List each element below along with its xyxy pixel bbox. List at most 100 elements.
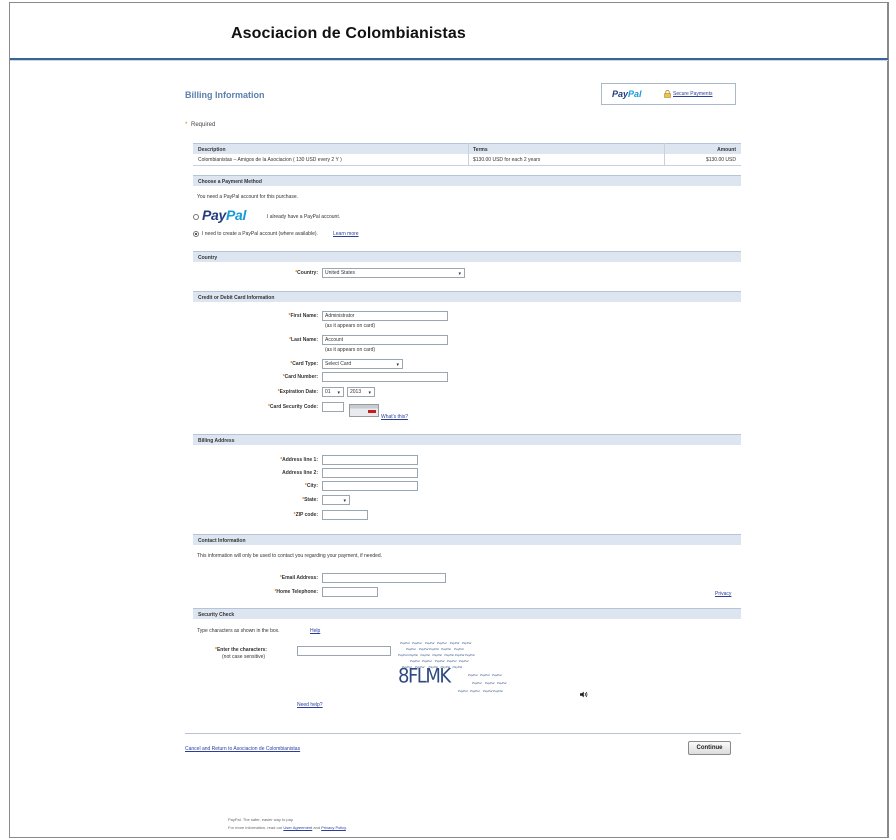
privacy-link[interactable]: Privacy [715, 591, 731, 597]
country-select[interactable]: United States ▾ [322, 268, 465, 278]
exp-month-select[interactable]: 01 ▾ [322, 387, 344, 397]
paypal-logo-pal: Pal [628, 89, 642, 99]
cancel-return-link[interactable]: Cancel and Return to Asociacion de Colom… [185, 746, 300, 752]
captcha-label-text: Enter the characters: [216, 647, 267, 653]
paypal-secure-badge: PayPal Secure Payments [601, 83, 736, 105]
first-name-label: *First Name: [288, 313, 318, 319]
captcha-noise: PayPal PayPal PayPal PayPal PayPal [410, 659, 469, 663]
address-line2-label: Address line 2: [282, 470, 318, 476]
phone-label-text: Home Telephone: [276, 589, 318, 595]
radio-create-account[interactable] [193, 231, 199, 237]
address-line2-field[interactable] [322, 468, 418, 478]
address-line1-label: *Address line 1: [280, 457, 318, 463]
contact-section: Contact Information [193, 534, 741, 545]
payment-intro: You need a PayPal account for this purch… [197, 194, 298, 200]
paypal-large-pal: Pal [226, 207, 247, 223]
need-help-link[interactable]: Need help? [297, 702, 323, 708]
email-label-text: Email Address: [281, 575, 318, 581]
radio-has-account[interactable] [193, 214, 199, 220]
zip-label-text: ZIP code: [295, 512, 318, 518]
country-label: *Country: [295, 270, 318, 276]
security-help-link[interactable]: Help [310, 628, 320, 634]
continue-button[interactable]: Continue [688, 741, 731, 755]
lock-icon [664, 90, 671, 98]
paypal-logo-pay: Pay [612, 89, 629, 99]
column-divider [664, 143, 665, 166]
card-security-icon [349, 404, 379, 417]
chevron-down-icon: ▾ [396, 362, 399, 368]
table-row: Colombianistas – Amigos de la Asociacion… [193, 154, 741, 166]
country-section: Country [193, 251, 741, 262]
last-name-note: (as it appears on card) [325, 347, 376, 353]
required-note: Required [191, 122, 216, 128]
chevron-down-icon: ▾ [343, 498, 346, 504]
state-select[interactable]: ▾ [322, 495, 350, 505]
city-field[interactable] [322, 481, 418, 491]
zip-label: *ZIP code: [293, 512, 318, 518]
address-line1-field[interactable] [322, 455, 418, 465]
card-number-field[interactable] [322, 372, 448, 382]
first-name-label-text: First Name: [290, 313, 318, 319]
chevron-down-icon: ▾ [458, 271, 461, 277]
paypal-logo-large: PayPal [202, 207, 246, 223]
first-name-field[interactable]: Administrator [322, 311, 448, 321]
exp-year-value: 2013 [350, 389, 362, 395]
email-label: *Email Address: [279, 575, 318, 581]
first-name-note: (as it appears on card) [325, 323, 376, 329]
country-label-text: Country: [297, 270, 318, 276]
secure-payments-link[interactable]: Secure Payments [673, 91, 712, 97]
policy-note-and: and [313, 825, 321, 830]
speaker-icon[interactable] [580, 691, 588, 698]
phone-field[interactable] [322, 587, 378, 597]
col-description: Description [198, 147, 226, 153]
card-type-select[interactable]: Select Card ▾ [322, 359, 403, 369]
captcha-noise: PayPal PayPal PayPal [472, 681, 507, 685]
security-code-field[interactable] [322, 402, 344, 412]
last-name-field[interactable]: Account [322, 335, 448, 345]
captcha-noise: PayPal PayPal PayPal PayPal PayPal PayPa… [398, 653, 475, 657]
card-type-label: *Card Type: [290, 361, 318, 367]
user-agreement-link[interactable]: User Agreement [283, 825, 312, 830]
exp-year-select[interactable]: 2013 ▾ [347, 387, 375, 397]
city-label-text: City: [306, 483, 318, 489]
country-value: United States [325, 270, 356, 276]
captcha-noise: PayPal PayPal PayPal PayPal [458, 689, 503, 693]
payment-method-section: Choose a Payment Method [193, 175, 741, 186]
required-star: * [185, 122, 188, 128]
last-name-label-text: Last Name: [291, 337, 318, 343]
last-name-label: *Last Name: [289, 337, 318, 343]
paypal-tagline: PayPal. The safer, easier way to pay. [228, 817, 294, 822]
frame-edge [887, 3, 888, 837]
row-amount: $130.00 USD [705, 157, 736, 163]
billing-address-section: Billing Address [193, 434, 741, 445]
policy-note-end: . [345, 825, 347, 830]
zip-field[interactable] [322, 510, 368, 520]
city-label: *City: [304, 483, 318, 489]
privacy-policy-link[interactable]: Privacy Policy [321, 825, 346, 830]
learn-more-link[interactable]: Learn more [333, 231, 359, 237]
card-section: Credit or Debit Card Information [193, 291, 741, 302]
expiration-label-text: Expiration Date: [279, 389, 318, 395]
site-title: Asociacion de Colombianistas [231, 25, 466, 42]
billing-title: Billing Information [185, 90, 265, 100]
row-description: Colombianistas – Amigos de la Asociacion… [198, 157, 342, 163]
captcha-noise: PayPal PayPal PayPal [468, 673, 502, 677]
browser-frame: Asociacion de Colombianistas Billing Inf… [9, 2, 889, 838]
card-type-value: Select Card [325, 361, 352, 367]
paypal-large-pay: Pay [202, 207, 227, 223]
captcha-noise: PayPal PayPal PayPal PayPal PayPal [406, 647, 464, 651]
security-code-label: *Card Security Code: [267, 404, 318, 410]
card-number-label: *Card Number: [282, 374, 318, 380]
chevron-down-icon: ▾ [368, 390, 371, 396]
security-code-label-text: Card Security Code: [269, 404, 318, 410]
captcha-field[interactable] [297, 646, 391, 656]
header-divider-shadow [10, 60, 888, 61]
row-terms: $130.00 USD for each 2 years [473, 157, 541, 163]
contact-intro: This information will only be used to co… [197, 553, 383, 559]
email-field[interactable] [322, 573, 446, 583]
option-create-account: I need to create a PayPal account (where… [202, 231, 318, 237]
option-has-account: I already have a PayPal account. [267, 214, 341, 220]
security-intro: Type characters as shown in the box. [197, 628, 280, 634]
expiration-label: *Expiration Date: [277, 389, 318, 395]
whats-this-link[interactable]: What's this? [381, 414, 408, 420]
